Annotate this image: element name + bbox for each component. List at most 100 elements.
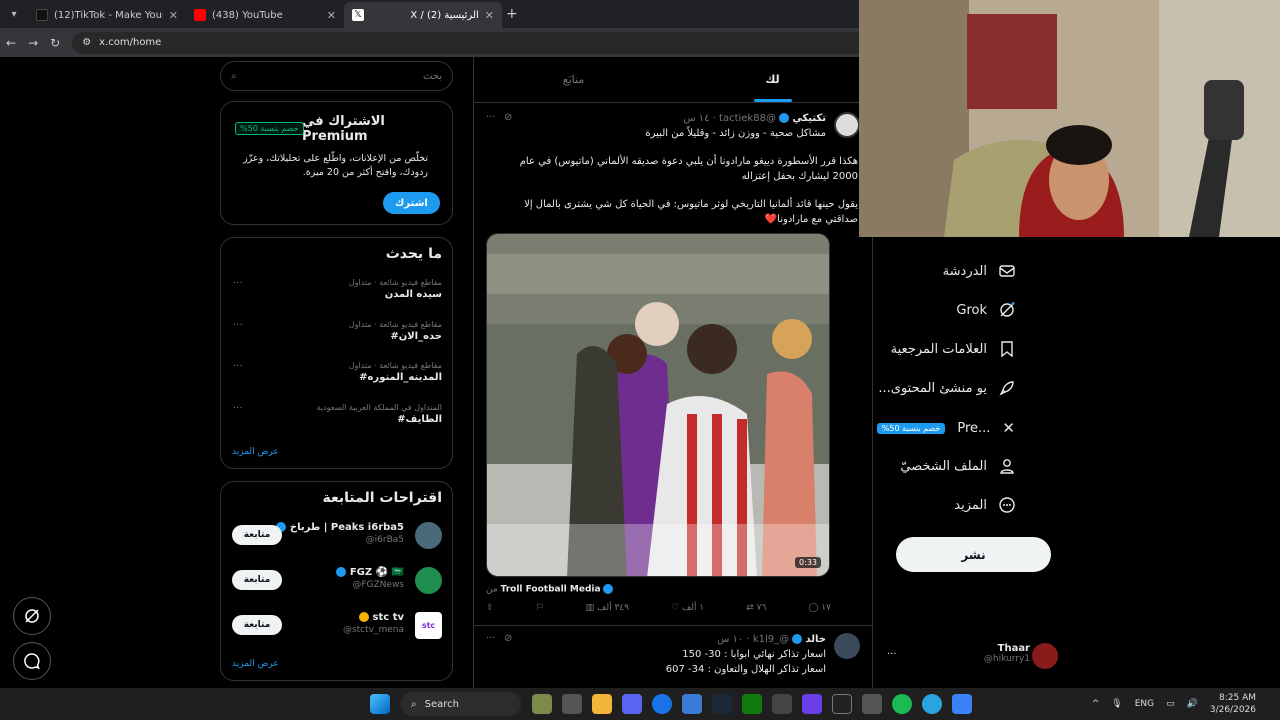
premium-title: الاشتراك في Premium [302, 114, 385, 144]
tweet-actions: ⇪ ⚐ ▥ ٣٤٩ ألف ♡ ١ ألف ⇄ ٧٦ ◯ ١٧ [486, 603, 831, 613]
video-duration: 0:33 [795, 557, 821, 568]
avatar[interactable] [415, 522, 442, 549]
like-button[interactable]: ♡ ١ ألف [671, 603, 704, 613]
chevron-up-icon[interactable]: ^ [1092, 699, 1100, 709]
tweet[interactable]: خالد @_k1l9 · ١٠ س ··· ⊘ اسعار تذاكر نها… [474, 627, 872, 687]
more-options-icon[interactable]: ··· [233, 361, 243, 372]
app-icon[interactable] [832, 694, 852, 714]
tab-tiktok[interactable]: (12)TikTok - Make Your Day ✕ [28, 2, 186, 28]
show-more-link[interactable]: عرض المزيد [232, 659, 279, 669]
follow-suggestions-card: اقتراحات المتابعة طرباخ | Peaks i6rba5 @… [220, 481, 453, 681]
tab-search-icon[interactable]: ▾ [0, 0, 28, 28]
retweet-button[interactable]: ⇄ ٧٦ [746, 603, 766, 613]
more-options-icon[interactable]: ··· [486, 633, 496, 644]
widgets-icon[interactable] [532, 694, 552, 714]
author-bio: مشاكل صحية - ووزن زائد - وقليلاً من البي… [645, 128, 826, 139]
discord-icon[interactable] [622, 694, 642, 714]
reply-button[interactable]: ◯ ١٧ [808, 603, 831, 613]
search-input[interactable]: ⌕ بحث [220, 61, 453, 91]
back-icon[interactable]: ← [6, 36, 16, 50]
language-indicator[interactable]: ENG [1135, 699, 1154, 709]
tweet-text: يقول حينها قائد ألمانيا التاريخي لوثر ما… [524, 199, 858, 225]
avatar[interactable] [834, 112, 860, 138]
close-icon[interactable]: ✕ [327, 9, 336, 22]
author-name[interactable]: تكتيكي [792, 113, 826, 124]
grok-floating-button[interactable] [13, 597, 51, 635]
share-icon[interactable]: ⇪ [486, 603, 494, 613]
app-icon[interactable] [862, 694, 882, 714]
steam-icon[interactable] [712, 694, 732, 714]
video-source[interactable]: من Troll Football Media [486, 584, 614, 595]
shield-icon[interactable] [682, 694, 702, 714]
site-info-icon[interactable]: ⚙ [82, 37, 91, 48]
trend-item[interactable]: مقاطع فيديو شائعة · متداول سيده المدن [349, 278, 442, 300]
close-icon[interactable]: ✕ [169, 9, 178, 22]
more-options-icon[interactable]: ··· [233, 320, 243, 331]
grok-icon[interactable]: ⊘ [504, 112, 512, 123]
tab-for-you[interactable]: لك [673, 57, 872, 102]
nav-premium[interactable]: %خصم بنسبة 50 Pre... ✕ [876, 419, 1015, 437]
avatar[interactable] [415, 567, 442, 594]
chrome-icon[interactable] [652, 694, 672, 714]
tweet-video[interactable]: 0:33 [486, 233, 830, 577]
bookmark-icon[interactable]: ⚐ [536, 603, 544, 613]
tweet-time[interactable]: ١٤ س [683, 113, 709, 124]
tweet-time[interactable]: ١٠ س [717, 634, 743, 645]
nav-chat[interactable]: الدردشة [943, 263, 1015, 279]
tab-youtube[interactable]: (438) YouTube ✕ [186, 2, 344, 28]
show-more-link[interactable]: عرض المزيد [232, 447, 279, 457]
taskbar-search[interactable]: ⌕ Search [401, 692, 521, 716]
reload-icon[interactable]: ↻ [50, 36, 60, 50]
nav-grok[interactable]: Grok [956, 302, 1015, 318]
microphone-icon[interactable]: 🎙 [1111, 699, 1122, 709]
trend-item[interactable]: المتداول في المملكة العربية السعودية #ال… [317, 403, 442, 425]
network-icon[interactable]: ▭ [1166, 699, 1175, 709]
more-options-icon[interactable]: ··· [486, 112, 496, 123]
nav-profile[interactable]: الملف الشخصيّ [900, 458, 1015, 474]
suggested-user[interactable]: stc tv @stctv_mena [343, 612, 404, 635]
spotify-icon[interactable] [892, 694, 912, 714]
user-handle: @hikurry1 [983, 654, 1030, 664]
more-options-icon[interactable]: ··· [887, 649, 897, 660]
nav-more[interactable]: المزيد [954, 497, 1015, 513]
trend-meta: مقاطع فيديو شائعة · متداول [348, 278, 442, 287]
telegram-icon[interactable] [922, 694, 942, 714]
trend-item[interactable]: مقاطع فيديو شائعة · متداول #حده_الان [349, 320, 442, 342]
follow-button[interactable]: متابعة [232, 570, 282, 590]
app-icon[interactable] [952, 694, 972, 714]
messages-floating-button[interactable] [13, 642, 51, 680]
task-view-icon[interactable] [562, 694, 582, 714]
suggested-user[interactable]: طرباخ | Peaks i6rba5 @i6rBa5 [276, 522, 404, 545]
tab-following[interactable]: متابَع [474, 57, 673, 102]
follow-button[interactable]: متابعة [232, 525, 282, 545]
clock[interactable]: 8:25 AM 3/26/2026 [1210, 692, 1256, 716]
author-name[interactable]: خالد [806, 634, 827, 645]
forward-icon[interactable]: → [28, 36, 38, 50]
windows-start-icon[interactable] [370, 694, 390, 714]
tab-x[interactable]: 𝕏 X / الرئيسية (2) ✕ [344, 2, 502, 28]
more-options-icon[interactable]: ··· [233, 403, 243, 414]
new-tab-icon[interactable]: + [506, 6, 518, 22]
follow-button[interactable]: متابعة [232, 615, 282, 635]
subscribe-button[interactable]: اشترك [383, 192, 440, 214]
suggested-user[interactable]: FGZ ⚽ 🇸🇦 @FGZNews [336, 567, 404, 590]
more-options-icon[interactable]: ··· [233, 278, 243, 289]
nav-creator-studio[interactable]: ...يو منشئ المحتوى [878, 380, 1015, 396]
tweet[interactable]: تكتيكي @tactiek88 · ١٤ س مشاكل صحية - وو… [474, 104, 872, 634]
nav-bookmarks[interactable]: العلامات المرجعية [891, 341, 1015, 357]
views-stat[interactable]: ▥ ٣٤٩ ألف [586, 603, 629, 613]
file-explorer-icon[interactable] [592, 694, 612, 714]
app-icon[interactable] [772, 694, 792, 714]
app-icon[interactable] [802, 694, 822, 714]
heart-icon: ♡ [671, 603, 680, 613]
xbox-icon[interactable] [742, 694, 762, 714]
stc-tv-logo[interactable]: stc [415, 612, 442, 639]
account-switcher[interactable]: ··· Thaar @hikurry1 [883, 639, 1058, 673]
trend-item[interactable]: مقاطع فيديو شائعة · متداول #المدينه_المن… [349, 361, 442, 383]
close-icon[interactable]: ✕ [485, 9, 494, 22]
grok-icon[interactable]: ⊘ [504, 633, 512, 644]
post-button[interactable]: نشر [896, 537, 1051, 572]
volume-icon[interactable]: 🔊 [1187, 699, 1198, 709]
verified-icon [359, 612, 370, 622]
avatar[interactable] [834, 633, 860, 659]
